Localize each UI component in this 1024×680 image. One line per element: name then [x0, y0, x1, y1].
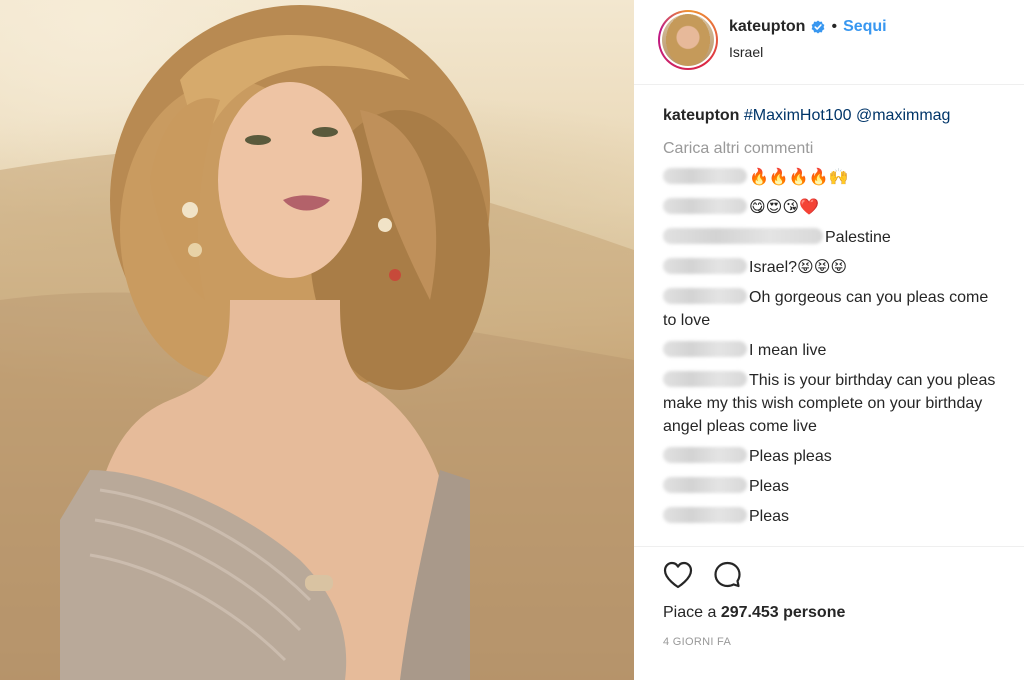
comment-text: Pleas	[749, 478, 790, 495]
blurred-username	[663, 341, 747, 357]
comment-item: 😋😍😘❤️	[663, 196, 1000, 219]
post-header: kateupton • Sequi Israel	[634, 0, 1024, 85]
likes-count[interactable]: Piace a 297.453 persone	[663, 604, 845, 622]
heart-icon[interactable]	[663, 561, 693, 589]
comment-text: Pleas pleas	[749, 448, 832, 465]
load-more-comments-button[interactable]: Carica altri commenti	[663, 137, 1000, 160]
blurred-username	[663, 228, 823, 244]
comment-item: This is your birthday can you pleas make…	[663, 369, 1000, 438]
blurred-username	[663, 477, 747, 493]
post-caption: kateupton #MaximHot100 @maximmag	[663, 104, 1000, 127]
blurred-username	[663, 288, 747, 304]
location-link[interactable]: Israel	[729, 44, 763, 60]
comment-text: I mean live	[749, 342, 827, 359]
avatar[interactable]	[658, 10, 718, 70]
verified-badge-icon	[811, 20, 825, 34]
hashtag-link[interactable]: #MaximHot100	[744, 107, 852, 124]
comment-item: Palestine	[663, 226, 1000, 249]
post-side-panel: kateupton • Sequi Israel kateupton #Maxi…	[634, 0, 1024, 680]
username-link[interactable]: kateupton	[729, 18, 805, 36]
comment-item: 🔥🔥🔥🔥🙌	[663, 166, 1000, 189]
comment-text: Israel?😝😝😝	[749, 259, 848, 276]
post-timestamp[interactable]: 4 GIORNI FA	[663, 636, 731, 648]
blurred-username	[663, 168, 747, 184]
comment-text: 🔥🔥🔥🔥🙌	[749, 169, 849, 186]
likes-suffix: persone	[783, 604, 846, 621]
comment-item: Pleas	[663, 475, 1000, 498]
blurred-username	[663, 198, 747, 214]
likes-prefix: Piace a	[663, 604, 717, 621]
caption-username[interactable]: kateupton	[663, 107, 739, 124]
comments-list[interactable]: kateupton #MaximHot100 @maximmag Carica …	[634, 86, 1024, 546]
comment-icon[interactable]	[713, 561, 741, 589]
comment-item: Oh gorgeous can you pleas come to love	[663, 286, 1000, 332]
blurred-username	[663, 447, 747, 463]
comment-item: Pleas	[663, 505, 1000, 528]
actions-divider	[634, 546, 1024, 547]
mention-link[interactable]: @maximmag	[856, 107, 950, 124]
comment-text: 😋😍😘❤️	[749, 199, 819, 216]
blurred-username	[663, 371, 747, 387]
comment-text: Pleas	[749, 508, 790, 525]
comment-item: I mean live	[663, 339, 1000, 362]
likes-number: 297.453	[720, 604, 779, 621]
post-photo[interactable]	[0, 0, 634, 680]
post-actions	[663, 561, 741, 589]
follow-button[interactable]: Sequi	[843, 18, 887, 36]
comment-text: Palestine	[825, 229, 891, 246]
post-photo-art	[0, 5, 634, 680]
comment-item: Israel?😝😝😝	[663, 256, 1000, 279]
separator-dot: •	[831, 18, 838, 35]
blurred-username	[663, 507, 747, 523]
user-line: kateupton • Sequi	[729, 18, 887, 36]
comment-item: Pleas pleas	[663, 445, 1000, 468]
blurred-username	[663, 258, 747, 274]
